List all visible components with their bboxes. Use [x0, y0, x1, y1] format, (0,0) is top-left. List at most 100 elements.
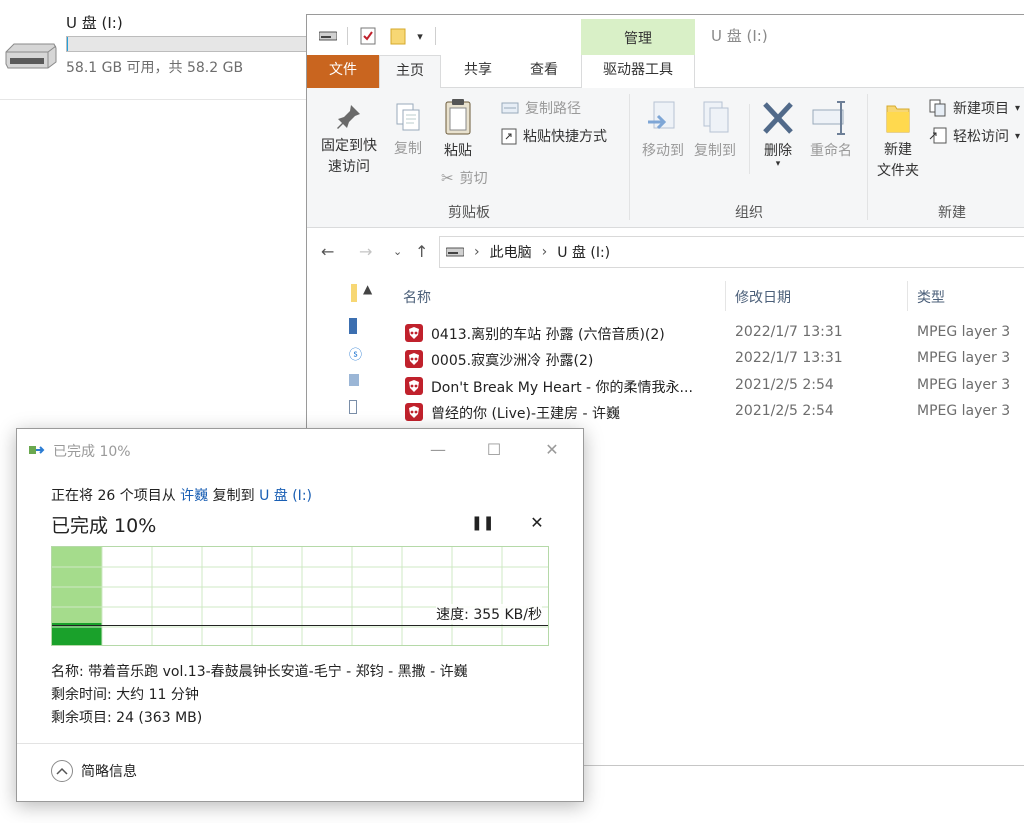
pause-icon[interactable]: ❚❚ — [471, 515, 494, 535]
new-item-dropdown-icon: ▾ — [1015, 102, 1021, 114]
items-remaining: 剩余项目: 24 (363 MB) — [51, 710, 203, 726]
file-date: 2022/1/7 13:31 — [735, 324, 843, 340]
paste-icon — [445, 99, 471, 135]
easy-access-label: 轻松访问 — [953, 129, 1009, 145]
address-bar[interactable]: › 此电脑 › U 盘 (I:) — [439, 236, 1024, 268]
dialog-footer: 简略信息 — [17, 743, 583, 801]
minimize-icon[interactable]: — — [423, 437, 453, 461]
tab-share[interactable]: 共享 — [447, 55, 509, 88]
audio-file-icon — [405, 324, 423, 342]
move-to-button[interactable]: 移动到 — [637, 100, 689, 160]
source-link[interactable]: 许巍 — [180, 488, 208, 504]
drive-tile[interactable]: U 盘 (I:) 58.1 GB 可用，共 58.2 GB — [0, 0, 310, 100]
delete-button[interactable]: 删除 ▾ — [755, 100, 801, 169]
file-date: 2021/2/5 2:54 — [735, 403, 834, 419]
file-type: MPEG layer 3 — [917, 377, 1011, 393]
new-folder-icon — [886, 105, 910, 133]
delete-dropdown-icon[interactable]: ▾ — [755, 160, 801, 169]
destination-link[interactable]: U 盘 (I:) — [259, 488, 312, 504]
pin-icon — [337, 105, 360, 129]
file-row[interactable]: 曾经的你 (Live)-王建房 - 许巍 2021/2/5 2:54 MPEG … — [403, 400, 1024, 426]
paste-button[interactable]: 粘贴 — [435, 98, 481, 160]
nav-scroll-up-icon[interactable]: ▲ — [363, 282, 372, 296]
file-name: 0413.离别的车站 孙露 (六倍音质)(2) — [431, 327, 665, 343]
back-arrow-icon[interactable]: ← — [321, 242, 334, 261]
easy-access-dropdown-icon: ▾ — [1015, 130, 1021, 142]
qat-customize-icon[interactable]: ▾ — [411, 25, 429, 47]
cut-button[interactable]: ✂ 剪切 — [441, 168, 488, 188]
breadcrumb-drive[interactable]: U 盘 (I:) — [557, 242, 610, 262]
pin-label: 固定到快 速访问 — [321, 138, 377, 175]
tab-home[interactable]: 主页 — [379, 55, 441, 89]
up-arrow-icon[interactable]: ↑ — [415, 242, 428, 261]
speed-text: 速度: 355 KB/秒 — [436, 604, 542, 624]
new-group-label: 新建 — [938, 205, 966, 221]
copy-button[interactable]: 复制 — [385, 102, 431, 158]
manage-label: 管理 — [624, 31, 652, 47]
rename-icon — [812, 101, 845, 135]
file-list-header: 名称 修改日期 类型 — [395, 281, 1024, 311]
breadcrumb-separator-icon: › — [541, 244, 548, 260]
pin-quick-access-button[interactable]: 固定到快 速访问 — [315, 102, 383, 178]
current-file-name: 名称: 带着音乐跑 vol.13-春鼓晨钟长安道-毛宁 - 郑钧 - 黑撒 - … — [51, 664, 468, 680]
clipboard-group-label: 剪贴板 — [448, 205, 490, 221]
tab-view[interactable]: 查看 — [513, 55, 575, 88]
copy-to-button[interactable]: 复制到 — [689, 100, 741, 160]
drive-usage-bar — [66, 36, 310, 52]
transfer-speed-graph: 速度: 355 KB/秒 — [51, 546, 549, 646]
nav-doc-icon[interactable] — [349, 400, 357, 414]
file-name: Don't Break My Heart - 你的柔情我永... — [431, 380, 693, 396]
copy-path-icon — [501, 102, 519, 114]
move-to-label: 移动到 — [642, 143, 684, 159]
move-to-icon — [648, 101, 675, 130]
nav-pc-icon[interactable] — [349, 374, 359, 386]
new-folder-label: 新建 文件夹 — [877, 142, 919, 179]
column-type[interactable]: 类型 — [917, 287, 945, 307]
usb-drive-icon — [5, 43, 57, 69]
recent-locations-chevron-icon[interactable]: ⌄ — [393, 245, 402, 258]
nav-item-icon[interactable] — [349, 318, 357, 334]
less-details-button[interactable]: 简略信息 — [51, 760, 137, 782]
file-name: 0005.寂寞沙洲冷 孙露(2) — [431, 353, 594, 369]
easy-access-button[interactable]: 轻松访问 ▾ — [929, 126, 1020, 146]
file-row[interactable]: 0413.离别的车站 孙露 (六倍音质)(2) 2022/1/7 13:31 M… — [403, 321, 1024, 347]
tab-file[interactable]: 文件 — [307, 55, 379, 88]
new-folder-button[interactable]: 新建 文件夹 — [869, 100, 927, 182]
cancel-copy-icon[interactable]: ✕ — [527, 513, 547, 533]
paste-shortcut-button[interactable]: 粘贴快捷方式 — [501, 126, 607, 146]
paste-shortcut-label: 粘贴快捷方式 — [523, 129, 607, 145]
nav-network-icon[interactable]: ⓢ — [349, 344, 362, 363]
column-name[interactable]: 名称 — [403, 287, 431, 307]
file-name: 曾经的你 (Live)-王建房 - 许巍 — [431, 406, 620, 422]
new-folder-qat-icon[interactable] — [387, 25, 409, 47]
breadcrumb-this-pc[interactable]: 此电脑 — [490, 242, 532, 262]
graph-grid — [52, 547, 548, 645]
new-item-icon — [929, 99, 946, 117]
file-date: 2021/2/5 2:54 — [735, 377, 834, 393]
rename-label: 重命名 — [810, 143, 852, 159]
rename-button[interactable]: 重命名 — [805, 100, 857, 160]
time-remaining: 剩余时间: 大约 11 分钟 — [51, 687, 199, 703]
properties-icon[interactable] — [357, 25, 379, 47]
new-item-label: 新建项目 — [953, 101, 1009, 117]
file-row[interactable]: Don't Break My Heart - 你的柔情我永... 2021/2/… — [403, 374, 1024, 400]
copy-path-button[interactable]: 复制路径 — [501, 98, 581, 118]
window-title: U 盘 (I:) — [711, 27, 768, 45]
forward-arrow-icon[interactable]: → — [359, 242, 372, 261]
dialog-title: 已完成 10% — [53, 444, 131, 460]
close-icon[interactable]: ✕ — [537, 437, 567, 461]
copy-description: 正在将 26 个项目从 许巍 复制到 U 盘 (I:) — [51, 485, 312, 505]
file-type: MPEG layer 3 — [917, 350, 1011, 366]
drive-small-icon[interactable] — [317, 25, 339, 47]
less-details-label: 简略信息 — [81, 764, 137, 780]
drive-space-text: 58.1 GB 可用，共 58.2 GB — [66, 60, 244, 76]
maximize-icon: ☐ — [486, 439, 502, 459]
nav-folder-icon[interactable] — [351, 284, 357, 302]
column-date[interactable]: 修改日期 — [735, 287, 791, 307]
tab-drive-tools[interactable]: 驱动器工具 — [581, 55, 695, 88]
file-row[interactable]: 0005.寂寞沙洲冷 孙露(2) 2022/1/7 13:31 MPEG lay… — [403, 347, 1024, 373]
new-item-button[interactable]: 新建项目 ▾ — [929, 98, 1020, 118]
navigation-pane: ▲ ⓢ — [345, 282, 381, 432]
organize-group-label: 组织 — [735, 205, 763, 221]
address-row: ← → ⌄ ↑ › 此电脑 › U 盘 (I:) — [307, 228, 1024, 276]
